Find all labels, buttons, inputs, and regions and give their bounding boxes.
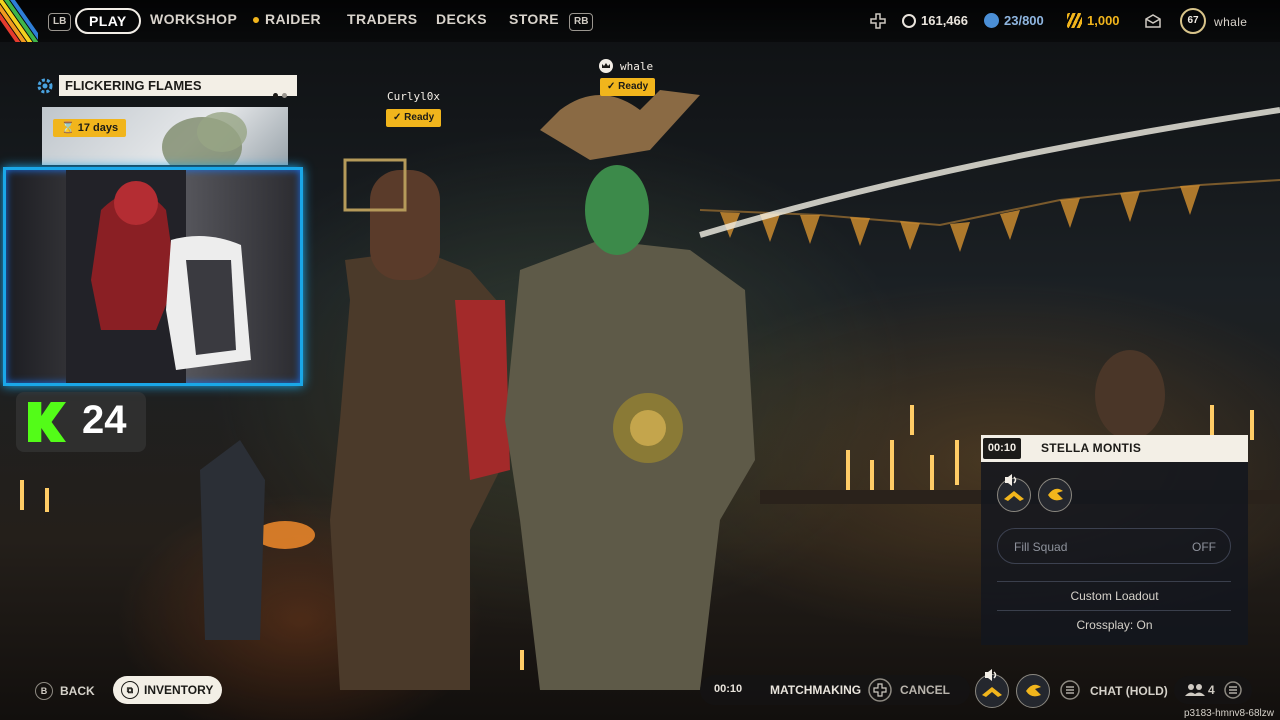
b-button-icon: B — [35, 682, 53, 700]
inventory-button[interactable]: ⧉ INVENTORY — [113, 676, 222, 704]
player-name-1: Curlyl0x — [387, 90, 440, 103]
player-name-2: whale — [620, 60, 654, 73]
crown-icon — [599, 59, 613, 73]
cash-icon — [1067, 13, 1082, 28]
tab-decks[interactable]: DECKS — [436, 11, 487, 27]
speaker-icon — [1005, 474, 1017, 486]
inventory-label: INVENTORY — [144, 683, 214, 697]
squad-panel: 00:10 STELLA MONTIS Fill Squad OFF Custo… — [981, 435, 1248, 645]
profile-name[interactable]: whale — [1214, 15, 1247, 29]
party-button[interactable]: 4 — [1174, 676, 1252, 704]
webcam-feed-image — [66, 170, 251, 383]
gear-icon[interactable] — [36, 77, 54, 95]
viewer-count: 24 — [82, 398, 127, 442]
tab-traders[interactable]: TRADERS — [347, 11, 417, 27]
fill-squad-toggle[interactable]: Fill Squad OFF — [997, 528, 1231, 564]
speaker-icon-2 — [985, 669, 997, 681]
map-name: STELLA MONTIS — [1041, 441, 1142, 455]
event-title-bar[interactable]: FLICKERING FLAMES — [59, 75, 297, 98]
squad-avatar-2[interactable] — [1038, 478, 1072, 512]
pager-dot-active — [273, 93, 278, 98]
ready-label-1: Ready — [404, 112, 435, 123]
divider — [997, 610, 1231, 611]
fill-squad-label: Fill Squad — [1014, 540, 1068, 554]
kick-logo-icon — [28, 402, 66, 442]
ready-label-2: Ready — [618, 81, 649, 92]
coin-icon — [902, 13, 916, 28]
coins-value: 161,466 — [921, 13, 968, 28]
squad-header: 00:10 STELLA MONTIS — [981, 435, 1248, 462]
token-icon — [984, 13, 999, 28]
tokens-balance: 23/800 — [984, 13, 1044, 28]
cancel-button[interactable]: CANCEL — [900, 683, 950, 697]
bottom-avatar-2[interactable] — [1016, 674, 1050, 708]
matchmaking-status: MATCHMAKING — [770, 683, 862, 697]
chat-button[interactable]: CHAT (HOLD) — [1090, 678, 1168, 704]
top-nav-bar: LB PLAY WORKSHOP RAIDER TRADERS DECKS ST… — [0, 0, 1280, 42]
menu-button-icon — [1060, 680, 1080, 700]
notification-dot-icon — [253, 17, 259, 24]
rb-button-hint: RB — [569, 13, 594, 31]
cash-balance: 1,000 — [1067, 13, 1120, 28]
back-button[interactable]: BACK — [60, 678, 95, 704]
matchmaking-timer: 00:10 — [714, 683, 743, 695]
brand-stripes — [0, 0, 38, 42]
cancel-button-icon — [868, 678, 892, 702]
tokens-value: 23/800 — [1004, 13, 1044, 28]
event-pager — [269, 83, 287, 104]
cash-value: 1,000 — [1087, 13, 1120, 28]
webcam-overlay — [3, 167, 303, 386]
squad-timer: 00:10 — [983, 438, 1021, 459]
menu-icon — [1224, 681, 1242, 699]
event-title: FLICKERING FLAMES — [65, 78, 202, 93]
party-count: 4 — [1208, 683, 1215, 697]
crossplay-option[interactable]: Crossplay: On — [981, 618, 1248, 632]
build-version: p3183-hmnv8-68lzw — [1183, 708, 1274, 719]
raider-emblem-icon-4 — [1026, 684, 1041, 697]
tab-workshop[interactable]: WORKSHOP — [150, 11, 237, 27]
matchmaking-bar: 00:10 MATCHMAKING CANCEL — [700, 675, 970, 705]
pager-dot — [282, 93, 287, 98]
kick-viewer-badge: 24 — [16, 392, 146, 452]
ready-badge-1: ✓ Ready — [386, 109, 442, 127]
tab-raider[interactable]: RAIDER — [253, 11, 321, 27]
fill-squad-value: OFF — [1192, 540, 1216, 554]
lb-button-hint: LB — [48, 13, 72, 31]
mail-icon[interactable] — [1145, 14, 1161, 28]
tab-raider-label: RAIDER — [265, 11, 322, 27]
raider-emblem-icon-2 — [1048, 488, 1063, 501]
tab-store[interactable]: STORE — [509, 11, 559, 27]
tab-play[interactable]: PLAY — [75, 8, 141, 34]
custom-loadout-option[interactable]: Custom Loadout — [981, 589, 1248, 603]
level-badge: 67 — [1180, 8, 1206, 34]
ready-badge-2: ✓ Ready — [600, 78, 656, 96]
event-card[interactable]: ⌛ 17 days — [42, 107, 288, 165]
event-days-badge: ⌛ 17 days — [53, 119, 127, 137]
party-icon — [1185, 684, 1205, 696]
dpad-icon[interactable] — [870, 13, 886, 29]
divider — [997, 581, 1231, 582]
view-button-icon: ⧉ — [121, 681, 139, 699]
event-days: 17 days — [77, 122, 119, 134]
coins-balance: 161,466 — [902, 13, 968, 28]
